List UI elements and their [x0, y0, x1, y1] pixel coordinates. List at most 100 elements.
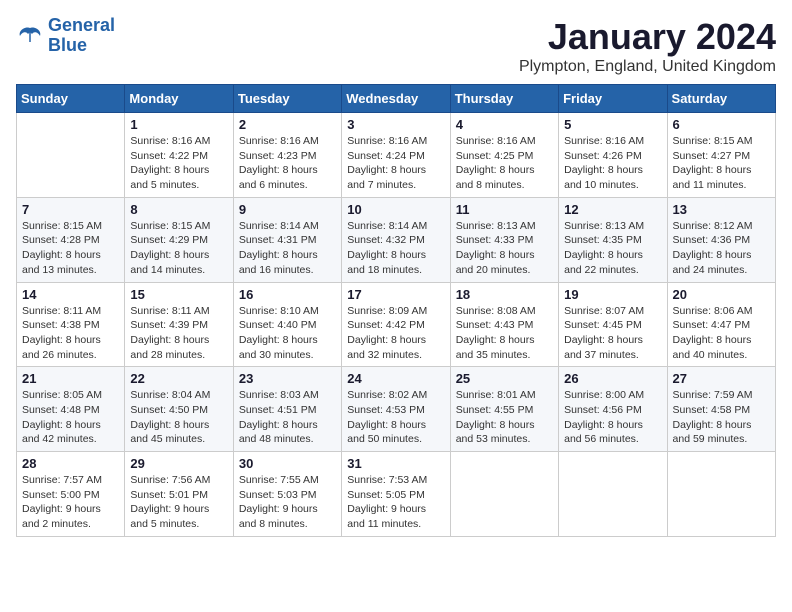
day-detail: Sunrise: 8:01 AMSunset: 4:55 PMDaylight:… [456, 388, 553, 447]
day-detail: Sunrise: 8:00 AMSunset: 4:56 PMDaylight:… [564, 388, 661, 447]
day-number: 29 [130, 456, 227, 471]
month-title: January 2024 [519, 16, 776, 58]
day-detail: Sunrise: 8:12 AMSunset: 4:36 PMDaylight:… [673, 219, 770, 278]
calendar-day-cell: 7 Sunrise: 8:15 AMSunset: 4:28 PMDaylight… [17, 197, 125, 282]
day-detail: Sunrise: 8:15 AMSunset: 4:29 PMDaylight:… [130, 219, 227, 278]
calendar-day-cell: 29 Sunrise: 7:56 AMSunset: 5:01 PMDayligh… [125, 452, 233, 537]
calendar-week-row: 21 Sunrise: 8:05 AMSunset: 4:48 PMDayligh… [17, 367, 776, 452]
day-number: 28 [22, 456, 119, 471]
calendar-day-cell: 4 Sunrise: 8:16 AMSunset: 4:25 PMDaylight… [450, 113, 558, 198]
calendar-day-cell: 22 Sunrise: 8:04 AMSunset: 4:50 PMDayligh… [125, 367, 233, 452]
day-number: 21 [22, 371, 119, 386]
day-detail: Sunrise: 8:14 AMSunset: 4:32 PMDaylight:… [347, 219, 444, 278]
day-number: 8 [130, 202, 227, 217]
calendar-day-cell: 8 Sunrise: 8:15 AMSunset: 4:29 PMDaylight… [125, 197, 233, 282]
weekday-header-cell: Tuesday [233, 85, 341, 113]
calendar-day-cell: 2Sunrise: 8:16 AMSunset: 4:23 PMDaylight… [233, 113, 341, 198]
day-detail: Sunrise: 8:10 AMSunset: 4:40 PMDaylight:… [239, 304, 336, 363]
weekday-header-cell: Monday [125, 85, 233, 113]
day-detail: Sunrise: 8:16 AMSunset: 4:25 PMDaylight:… [456, 134, 553, 193]
day-number: 15 [130, 287, 227, 302]
day-detail: Sunrise: 8:04 AMSunset: 4:50 PMDaylight:… [130, 388, 227, 447]
day-detail: Sunrise: 7:57 AMSunset: 5:00 PMDaylight:… [22, 473, 119, 532]
calendar-day-cell: 15 Sunrise: 8:11 AMSunset: 4:39 PMDayligh… [125, 282, 233, 367]
day-detail: Sunrise: 7:56 AMSunset: 5:01 PMDaylight:… [130, 473, 227, 532]
calendar-day-cell: 27Sunrise: 7:59 AMSunset: 4:58 PMDayligh… [667, 367, 775, 452]
calendar-day-cell: 10 Sunrise: 8:14 AMSunset: 4:32 PMDayligh… [342, 197, 450, 282]
day-detail: Sunrise: 8:16 AMSunset: 4:23 PMDaylight:… [239, 134, 336, 193]
day-detail: Sunrise: 8:16 AMSunset: 4:22 PMDaylight:… [130, 134, 227, 193]
day-detail: Sunrise: 8:07 AMSunset: 4:45 PMDaylight:… [564, 304, 661, 363]
day-number: 26 [564, 371, 661, 386]
day-number: 9 [239, 202, 336, 217]
calendar-week-row: 1Sunrise: 8:16 AMSunset: 4:22 PMDaylight… [17, 113, 776, 198]
day-detail: Sunrise: 8:11 AMSunset: 4:39 PMDaylight:… [130, 304, 227, 363]
day-detail: Sunrise: 8:03 AMSunset: 4:51 PMDaylight:… [239, 388, 336, 447]
day-number: 25 [456, 371, 553, 386]
calendar-day-cell: 14 Sunrise: 8:11 AMSunset: 4:38 PMDayligh… [17, 282, 125, 367]
day-detail: Sunrise: 8:09 AMSunset: 4:42 PMDaylight:… [347, 304, 444, 363]
day-number: 7 [22, 202, 119, 217]
day-number: 3 [347, 117, 444, 132]
calendar-day-cell: 24 Sunrise: 8:02 AMSunset: 4:53 PMDayligh… [342, 367, 450, 452]
day-number: 30 [239, 456, 336, 471]
day-detail: Sunrise: 8:11 AMSunset: 4:38 PMDaylight:… [22, 304, 119, 363]
day-number: 12 [564, 202, 661, 217]
day-number: 27 [673, 371, 770, 386]
calendar-day-cell: 11 Sunrise: 8:13 AMSunset: 4:33 PMDayligh… [450, 197, 558, 282]
calendar-day-cell: 21 Sunrise: 8:05 AMSunset: 4:48 PMDayligh… [17, 367, 125, 452]
calendar-day-cell: 16Sunrise: 8:10 AMSunset: 4:40 PMDayligh… [233, 282, 341, 367]
day-number: 19 [564, 287, 661, 302]
day-detail: Sunrise: 8:13 AMSunset: 4:33 PMDaylight:… [456, 219, 553, 278]
calendar-day-cell: 26 Sunrise: 8:00 AMSunset: 4:56 PMDayligh… [559, 367, 667, 452]
weekday-header-cell: Wednesday [342, 85, 450, 113]
day-detail: Sunrise: 8:02 AMSunset: 4:53 PMDaylight:… [347, 388, 444, 447]
calendar-day-cell [450, 452, 558, 537]
day-detail: Sunrise: 8:15 AMSunset: 4:27 PMDaylight:… [673, 134, 770, 193]
day-number: 22 [130, 371, 227, 386]
weekday-header-cell: Thursday [450, 85, 558, 113]
weekday-header-cell: Saturday [667, 85, 775, 113]
day-detail: Sunrise: 8:15 AMSunset: 4:28 PMDaylight:… [22, 219, 119, 278]
calendar-day-cell: 3 Sunrise: 8:16 AMSunset: 4:24 PMDaylight… [342, 113, 450, 198]
day-number: 6 [673, 117, 770, 132]
day-number: 24 [347, 371, 444, 386]
day-number: 10 [347, 202, 444, 217]
calendar-body: 1Sunrise: 8:16 AMSunset: 4:22 PMDaylight… [17, 113, 776, 537]
day-detail: Sunrise: 8:16 AMSunset: 4:24 PMDaylight:… [347, 134, 444, 193]
weekday-header-cell: Sunday [17, 85, 125, 113]
calendar-day-cell: 31Sunrise: 7:53 AMSunset: 5:05 PMDayligh… [342, 452, 450, 537]
calendar-day-cell [17, 113, 125, 198]
day-detail: Sunrise: 8:05 AMSunset: 4:48 PMDaylight:… [22, 388, 119, 447]
day-number: 5 [564, 117, 661, 132]
day-number: 31 [347, 456, 444, 471]
day-number: 13 [673, 202, 770, 217]
weekday-header-row: SundayMondayTuesdayWednesdayThursdayFrid… [17, 85, 776, 113]
calendar-day-cell [559, 452, 667, 537]
calendar-day-cell: 13 Sunrise: 8:12 AMSunset: 4:36 PMDayligh… [667, 197, 775, 282]
page-header: General Blue January 2024 Plympton, Engl… [16, 16, 776, 76]
logo-text: General Blue [48, 16, 115, 56]
logo-icon [16, 24, 44, 48]
calendar-day-cell: 6 Sunrise: 8:15 AMSunset: 4:27 PMDaylight… [667, 113, 775, 198]
day-detail: Sunrise: 8:08 AMSunset: 4:43 PMDaylight:… [456, 304, 553, 363]
title-block: January 2024 Plympton, England, United K… [519, 16, 776, 76]
logo: General Blue [16, 16, 115, 56]
calendar-week-row: 14 Sunrise: 8:11 AMSunset: 4:38 PMDayligh… [17, 282, 776, 367]
calendar-week-row: 7 Sunrise: 8:15 AMSunset: 4:28 PMDaylight… [17, 197, 776, 282]
calendar-day-cell: 17Sunrise: 8:09 AMSunset: 4:42 PMDayligh… [342, 282, 450, 367]
calendar-day-cell: 25 Sunrise: 8:01 AMSunset: 4:55 PMDayligh… [450, 367, 558, 452]
day-detail: Sunrise: 8:14 AMSunset: 4:31 PMDaylight:… [239, 219, 336, 278]
calendar-day-cell: 1Sunrise: 8:16 AMSunset: 4:22 PMDaylight… [125, 113, 233, 198]
day-detail: Sunrise: 8:06 AMSunset: 4:47 PMDaylight:… [673, 304, 770, 363]
calendar-day-cell [667, 452, 775, 537]
day-number: 4 [456, 117, 553, 132]
day-detail: Sunrise: 8:16 AMSunset: 4:26 PMDaylight:… [564, 134, 661, 193]
day-detail: Sunrise: 8:13 AMSunset: 4:35 PMDaylight:… [564, 219, 661, 278]
day-number: 14 [22, 287, 119, 302]
calendar-table: SundayMondayTuesdayWednesdayThursdayFrid… [16, 84, 776, 537]
calendar-day-cell: 30Sunrise: 7:55 AMSunset: 5:03 PMDayligh… [233, 452, 341, 537]
calendar-day-cell: 20Sunrise: 8:06 AMSunset: 4:47 PMDayligh… [667, 282, 775, 367]
calendar-week-row: 28 Sunrise: 7:57 AMSunset: 5:00 PMDayligh… [17, 452, 776, 537]
day-number: 11 [456, 202, 553, 217]
